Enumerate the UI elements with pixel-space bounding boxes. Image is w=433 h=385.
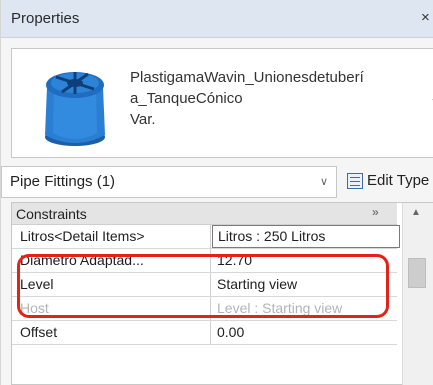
property-value-input[interactable]: Litros : 250 Litros xyxy=(212,225,400,248)
highlight-annotation xyxy=(17,254,389,318)
properties-panel: Properties × PlastigamaWavin_Unionesdetu… xyxy=(0,0,433,385)
property-name: Offset xyxy=(12,321,211,344)
type-name-line: PlastigamaWavin_Unionesdetuberí xyxy=(130,69,364,86)
scroll-thumb[interactable] xyxy=(408,258,426,288)
type-name-line: a_TanqueCónico xyxy=(130,90,243,107)
panel-title: Properties xyxy=(11,10,80,27)
group-header-constraints[interactable]: Constraints » xyxy=(12,203,397,225)
edit-type-label: Edit Type xyxy=(367,172,430,189)
properties-title-bar[interactable]: Properties × xyxy=(1,0,433,38)
chevron-down-icon: ∨ xyxy=(320,176,329,188)
edit-type-icon xyxy=(347,173,363,189)
scroll-up-icon[interactable]: ▲ xyxy=(411,207,421,218)
tank-icon xyxy=(45,72,105,146)
collapse-icon[interactable]: » xyxy=(372,205,379,219)
type-name: PlastigamaWavin_Unionesdetuberí a_Tanque… xyxy=(130,67,430,130)
category-label: Pipe Fittings (1) xyxy=(10,173,116,190)
property-name: Litros<Detail Items> xyxy=(12,225,211,248)
category-dropdown[interactable]: Pipe Fittings (1) ∨ xyxy=(1,166,337,198)
group-label: Constraints xyxy=(16,206,87,222)
category-row: Pipe Fittings (1) ∨ Edit Type xyxy=(1,166,433,198)
type-name-line: Var. xyxy=(130,111,156,128)
vertical-scrollbar[interactable]: ▲ xyxy=(402,203,433,385)
property-row-litros[interactable]: Litros<Detail Items> Litros : 250 Litros xyxy=(12,225,400,249)
property-row-offset[interactable]: Offset 0.00 xyxy=(12,321,397,345)
edit-type-button[interactable]: Edit Type xyxy=(345,166,433,198)
property-value[interactable]: 0.00 xyxy=(212,321,397,344)
close-icon[interactable]: × xyxy=(421,9,430,26)
type-selector[interactable]: PlastigamaWavin_Unionesdetuberí a_Tanque… xyxy=(11,48,433,158)
